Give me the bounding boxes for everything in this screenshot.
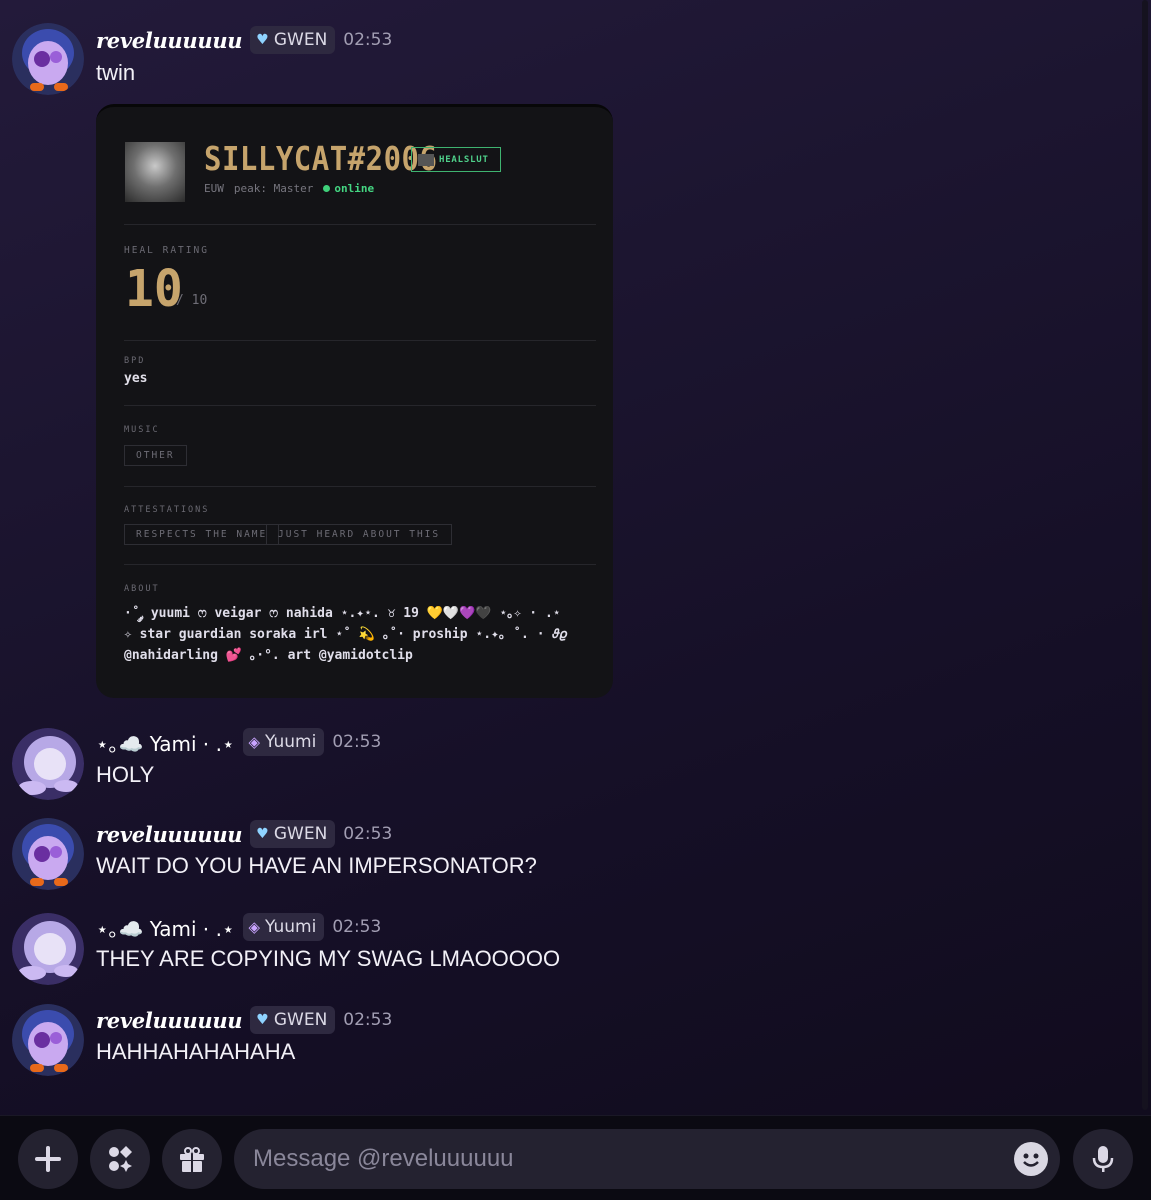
section-label: ATTESTATIONS	[124, 505, 210, 515]
guild-tag-label: Yuumi	[265, 917, 317, 937]
heart-icon: ♥	[256, 826, 269, 842]
username[interactable]: reveluuuuuu	[96, 822, 243, 847]
music-pill: OTHER	[124, 445, 187, 466]
message-text: THEY ARE COPYING MY SWAG LMAOOOOO	[96, 946, 561, 971]
timestamp: 02:53	[343, 824, 393, 844]
heal-rating-max: / 10	[176, 293, 208, 308]
timestamp: 02:53	[332, 917, 382, 937]
guild-tag-label: GWEN	[273, 30, 328, 50]
guild-tag[interactable]: ♥ GWEN	[250, 820, 336, 848]
online-dot-icon	[323, 185, 331, 192]
heart-icon: ♥	[256, 32, 269, 48]
message-input[interactable]: Message @reveluuuuuu	[234, 1129, 1060, 1189]
attestation-pill: JUST HEARD ABOUT THIS	[266, 524, 453, 545]
scrollbar[interactable]	[1142, 0, 1148, 1110]
guild-tag[interactable]: ◈ Yuumi	[242, 728, 325, 756]
divider	[124, 564, 596, 565]
section-label: MUSIC	[124, 425, 160, 435]
username[interactable]: ⋆｡☁️ Yami ⋅ .⋆	[96, 728, 235, 757]
message: reveluuuuuu ♥ GWEN 02:53 WAIT DO YOU HAV…	[0, 810, 1140, 900]
message-header: ⋆｡☁️ Yami ⋅ .⋆ ◈ Yuumi 02:53	[96, 726, 381, 758]
section-label: ABOUT	[124, 584, 160, 594]
region: EUW	[204, 182, 224, 195]
about-text: ·˚ ༘ yuumi ෆ veigar ෆ nahida ⋆.✦⋆. ♉ 19 …	[124, 603, 584, 666]
message-text: HOLY	[96, 762, 155, 787]
username[interactable]: reveluuuuuu	[96, 1008, 243, 1033]
heal-rating-value: 10	[125, 260, 183, 319]
avatar[interactable]	[12, 1004, 84, 1076]
message-header: reveluuuuuu ♥ GWEN 02:53	[96, 1004, 392, 1036]
message: reveluuuuuu ♥ GWEN 02:53 twin	[0, 0, 1140, 100]
avatar[interactable]	[12, 818, 84, 890]
avatar[interactable]	[12, 23, 84, 95]
heart-icon: ♥	[256, 1012, 269, 1028]
profile-card[interactable]: SILLYCAT#2006 HEALSLUT EUW peak: Master …	[96, 104, 613, 698]
chat-area: reveluuuuuu ♥ GWEN 02:53 twin SILLYCAT#2…	[0, 0, 1151, 1115]
card-meta: EUW peak: Master online	[204, 182, 374, 195]
section-label: HEAL RATING	[124, 245, 209, 256]
message-text: twin	[96, 60, 136, 85]
bpd-value: yes	[124, 371, 148, 386]
guild-tag-label: GWEN	[273, 1010, 328, 1030]
guild-tag[interactable]: ♥ GWEN	[250, 1006, 336, 1034]
message: reveluuuuuu ♥ GWEN 02:53 HAHHAHAHAHAHA	[0, 996, 1140, 1086]
timestamp: 02:53	[343, 1010, 393, 1030]
badge-label: HEALSLUT	[439, 154, 489, 165]
card-player-name: SILLYCAT#2006	[204, 140, 438, 179]
message-header: reveluuuuuu ♥ GWEN 02:53	[96, 818, 392, 850]
plus-icon	[35, 1146, 61, 1172]
divider	[124, 405, 596, 406]
divider	[124, 224, 596, 225]
divider	[124, 486, 596, 487]
section-label: BPD	[124, 356, 146, 366]
message-header: ⋆｡☁️ Yami ⋅ .⋆ ◈ Yuumi 02:53	[96, 911, 381, 943]
avatar[interactable]	[12, 728, 84, 800]
apps-button[interactable]	[90, 1129, 150, 1189]
about-line: ✧ star guardian soraka irl ⋆˚ 💫 ｡˚· pros…	[124, 627, 567, 642]
card-badge: HEALSLUT	[411, 147, 501, 172]
message-text: HAHHAHAHAHAHA	[96, 1039, 296, 1064]
cat-icon: ◈	[248, 918, 261, 936]
message-text: WAIT DO YOU HAVE AN IMPERSONATOR?	[96, 853, 537, 878]
attestation-pill: RESPECTS THE NAME	[124, 524, 280, 545]
gift-icon	[180, 1147, 204, 1172]
microphone-icon	[1092, 1146, 1114, 1172]
guild-tag-label: GWEN	[273, 824, 328, 844]
divider	[124, 340, 596, 341]
timestamp: 02:53	[343, 30, 393, 50]
peak-rank: peak: Master	[233, 182, 314, 195]
gift-button[interactable]	[162, 1129, 222, 1189]
emoji-icon[interactable]	[1014, 1142, 1048, 1176]
about-line: @nahidarling 💕 ｡·°. art @yamidotclip	[124, 648, 413, 663]
apps-icon	[109, 1146, 132, 1172]
timestamp: 02:53	[332, 732, 382, 752]
cat-icon: ◈	[248, 733, 261, 751]
avatar[interactable]	[12, 913, 84, 985]
message-placeholder: Message @reveluuuuuu	[253, 1145, 514, 1172]
badge-image-icon	[418, 153, 434, 166]
composer-bar: Message @reveluuuuuu	[0, 1115, 1151, 1200]
status: online	[334, 182, 375, 195]
voice-button[interactable]	[1073, 1129, 1133, 1189]
about-line: ·˚ ༘ yuumi ෆ veigar ෆ nahida ⋆.✦⋆. ♉ 19 …	[124, 606, 561, 621]
username[interactable]: reveluuuuuu	[96, 28, 243, 53]
attach-button[interactable]	[18, 1129, 78, 1189]
profile-thumbnail	[125, 142, 185, 202]
guild-tag[interactable]: ◈ Yuumi	[242, 913, 325, 941]
message: ⋆｡☁️ Yami ⋅ .⋆ ◈ Yuumi 02:53 THEY ARE CO…	[0, 903, 1140, 993]
message: ⋆｡☁️ Yami ⋅ .⋆ ◈ Yuumi 02:53 HOLY	[0, 720, 1140, 800]
guild-tag-label: Yuumi	[265, 732, 317, 752]
username[interactable]: ⋆｡☁️ Yami ⋅ .⋆	[96, 913, 235, 942]
guild-tag[interactable]: ♥ GWEN	[250, 26, 336, 54]
message-header: reveluuuuuu ♥ GWEN 02:53	[96, 24, 392, 56]
